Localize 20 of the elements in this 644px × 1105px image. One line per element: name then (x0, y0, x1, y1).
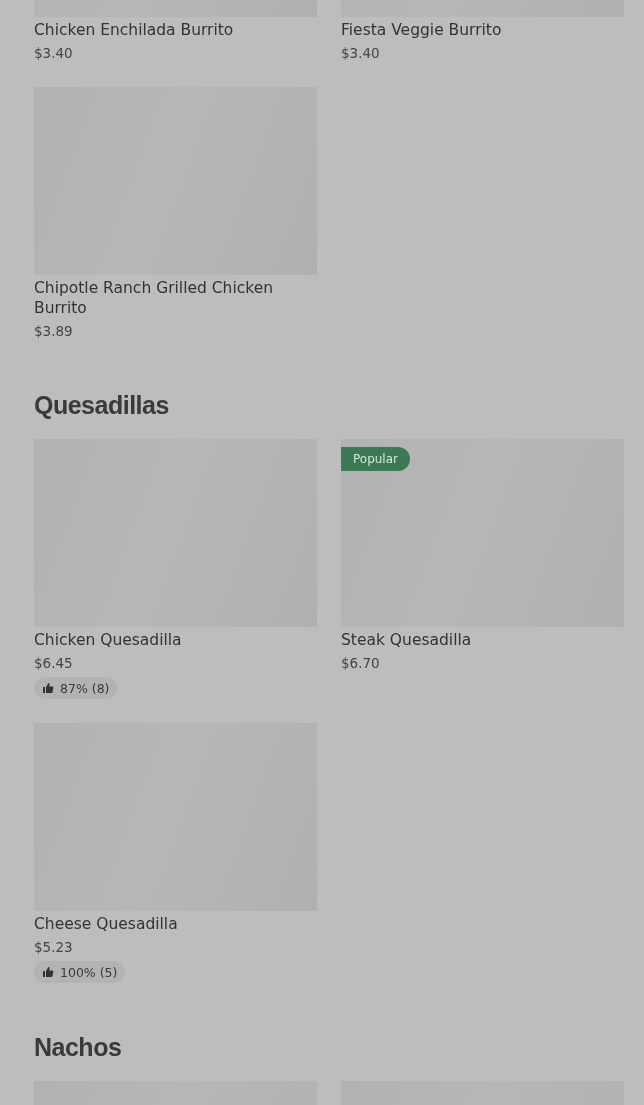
thumbs-up-icon (42, 682, 54, 694)
item-price: $3.89 (34, 322, 73, 341)
item-price: $6.45 (34, 654, 73, 673)
section-heading: Nachos (34, 1032, 123, 1063)
thumbs-up-icon (42, 966, 54, 978)
section-heading: Quesadillas (34, 390, 170, 421)
item-name[interactable]: Cheese Quesadilla (34, 914, 178, 934)
item-name[interactable]: Chicken Enchilada Burrito (34, 20, 234, 40)
rating-text: 87% (8) (60, 680, 110, 696)
item-name[interactable]: Chipotle Ranch Grilled Chicken Burrito (34, 278, 317, 318)
item-name[interactable]: Steak Quesadilla (341, 630, 472, 650)
popular-badge: Popular (341, 447, 410, 471)
item-price: $3.40 (341, 44, 380, 63)
rating-text: 100% (5) (60, 964, 118, 980)
item-name[interactable]: Fiesta Veggie Burrito (341, 20, 502, 40)
item-price: $5.23 (34, 938, 73, 957)
item-price: $3.40 (34, 44, 73, 63)
image-placeholder[interactable]: Popular (341, 439, 624, 627)
item-name[interactable]: Chicken Quesadilla (34, 630, 182, 650)
item-price: $6.70 (341, 654, 380, 673)
